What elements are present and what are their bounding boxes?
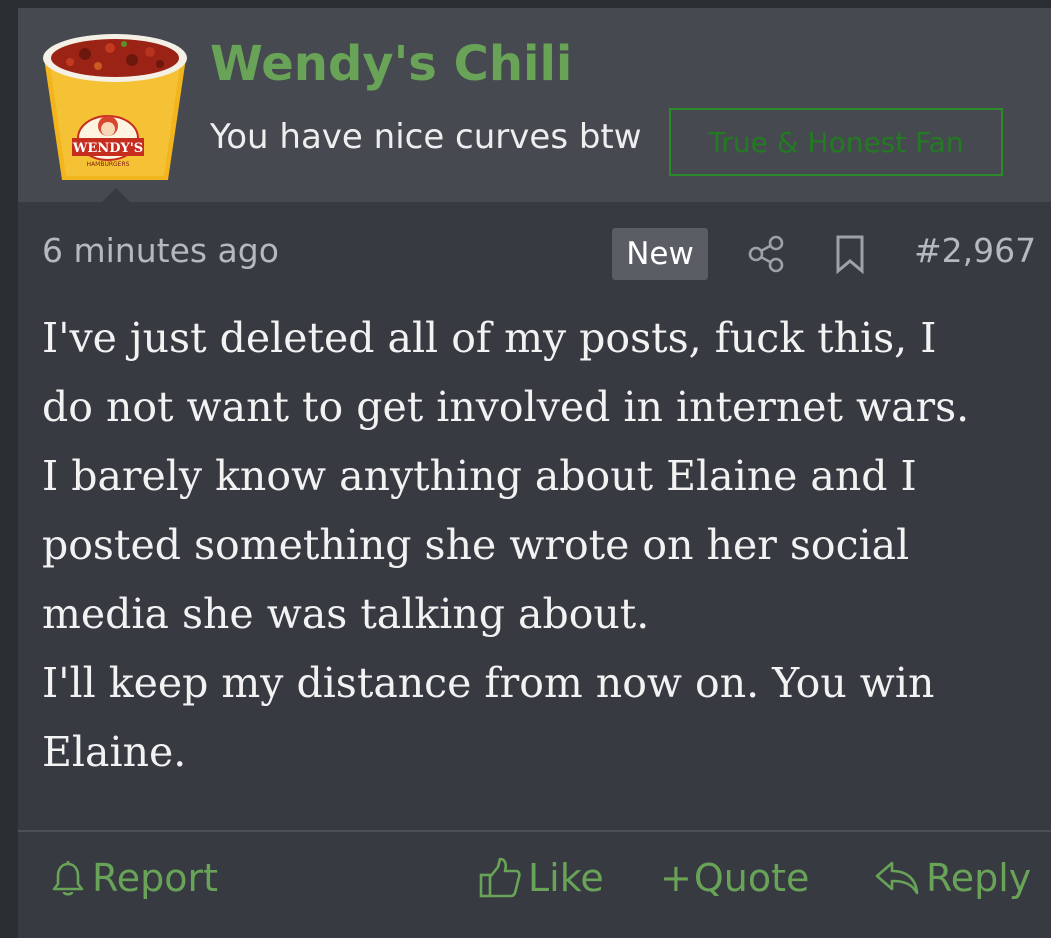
post-number-link[interactable]: #2,967 (914, 234, 1036, 267)
message-line: I've just deleted all of my posts, fuck … (42, 314, 937, 362)
svg-text:WENDY'S: WENDY'S (72, 141, 143, 156)
quote-button[interactable]: + Quote (660, 854, 809, 902)
chili-cup-avatar: WENDY'S HAMBURGERS (43, 34, 187, 180)
new-badge: New (612, 228, 708, 280)
message-line: I barely know anything about Elaine and … (42, 452, 917, 500)
share-icon[interactable] (746, 234, 786, 274)
user-banner: True & Honest Fan (669, 108, 1003, 176)
report-button[interactable]: Report (50, 854, 218, 902)
message-line: media she was talking about. (42, 590, 650, 638)
message-line: I'll keep my distance from now on. You w… (42, 659, 935, 707)
user-avatar[interactable]: WENDY'S HAMBURGERS (40, 30, 190, 182)
username[interactable]: Wendy's Chili (210, 40, 572, 88)
message-line: do not want to get involved in internet … (42, 383, 970, 431)
reply-arrow-icon (875, 861, 919, 895)
message-line: Elaine. (42, 728, 187, 776)
bookmark-icon[interactable] (833, 234, 867, 275)
like-label: Like (528, 856, 604, 900)
reply-button[interactable]: Reply (874, 854, 1031, 902)
post-timestamp[interactable]: 6 minutes ago (42, 234, 279, 267)
footer-divider (18, 830, 1051, 832)
message-line: posted something she wrote on her social (42, 521, 910, 569)
post: WENDY'S HAMBURGERS Wendy's Chili You hav… (18, 8, 1051, 938)
post-message-body: I've just deleted all of my posts, fuck … (42, 304, 1042, 787)
reply-label: Reply (926, 856, 1032, 900)
plus-icon: + (660, 856, 692, 900)
svg-text:HAMBURGERS: HAMBURGERS (87, 161, 130, 168)
report-label: Report (92, 856, 218, 900)
post-user-header: WENDY'S HAMBURGERS Wendy's Chili You hav… (18, 8, 1051, 202)
header-arrow (100, 188, 132, 204)
thumbs-up-icon (479, 857, 521, 898)
bell-icon (52, 861, 84, 896)
like-button[interactable]: Like (478, 854, 604, 902)
user-title: You have nice curves btw (210, 117, 642, 157)
quote-label: Quote (693, 856, 810, 900)
